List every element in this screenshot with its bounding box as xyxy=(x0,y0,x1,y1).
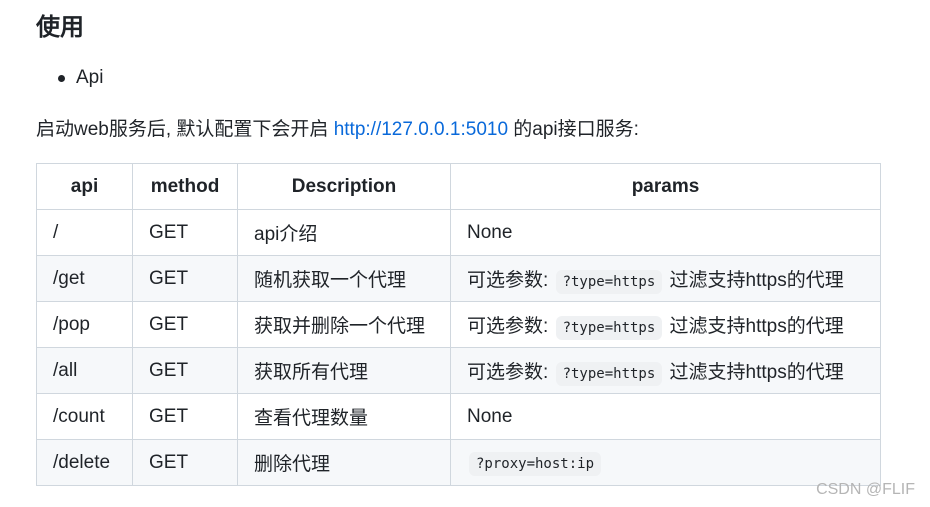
params-note: 过滤支持https的代理 xyxy=(664,362,844,383)
cell-method: GET xyxy=(132,301,238,348)
cell-description: 随机获取一个代理 xyxy=(237,255,451,302)
params-note: 过滤支持https的代理 xyxy=(664,270,844,291)
cell-api: /delete xyxy=(36,439,133,486)
cell-method: GET xyxy=(132,393,238,440)
list-item: Api xyxy=(36,64,103,92)
api-table: api method Description params / GET api介绍 N… xyxy=(36,163,881,486)
cell-api: /all xyxy=(36,347,133,394)
params-text: None xyxy=(467,221,513,243)
params-text: 可选参数: xyxy=(467,270,554,291)
table-body: / GET api介绍 None/get GET 随机获取一个代理 可选参数: ?type=… xyxy=(36,209,881,486)
header-method: method xyxy=(132,163,238,210)
cell-api: /count xyxy=(36,393,133,440)
cell-description: 删除代理 xyxy=(237,439,451,486)
page: 使用 Api 启动web服务后, 默认配置下会开启 http://127.0.0… xyxy=(0,0,930,507)
watermark: CSDN @FLIF xyxy=(816,481,915,498)
params-note: 过滤支持https的代理 xyxy=(664,316,844,337)
params-text: 可选参数: xyxy=(467,362,554,383)
service-link[interactable]: http://127.0.0.1:5010 xyxy=(334,119,508,140)
cell-description: 获取并删除一个代理 xyxy=(237,301,451,348)
cell-description: 获取所有代理 xyxy=(237,347,451,394)
cell-method: GET xyxy=(132,255,238,302)
params-code: ?type=https xyxy=(555,316,663,340)
cell-description: 查看代理数量 xyxy=(237,393,451,440)
params-text: 可选参数: xyxy=(467,316,554,337)
cell-api: / xyxy=(36,209,133,256)
header-params: params xyxy=(450,163,881,210)
cell-api: /get xyxy=(36,255,133,302)
cell-description: api介绍 xyxy=(237,209,451,256)
table-row: /count GET 查看代理数量 None xyxy=(36,393,881,440)
cell-method: GET xyxy=(132,347,238,394)
bullet-label: Api xyxy=(76,67,104,88)
bullet-list: Api xyxy=(36,64,103,92)
params-code: ?proxy=host:ip xyxy=(469,451,602,476)
cell-params: None xyxy=(450,393,881,440)
params-text: None xyxy=(467,405,513,427)
intro-paragraph: 启动web服务后, 默认配置下会开启 http://127.0.0.1:5010… xyxy=(36,116,639,144)
section-title: 使用 xyxy=(36,14,84,41)
header-api: api xyxy=(36,163,133,210)
cell-params: 可选参数: ?type=https 过滤支持https的代理 xyxy=(450,347,881,394)
cell-params: None xyxy=(450,209,881,256)
cell-params: 可选参数: ?type=https 过滤支持https的代理 xyxy=(450,301,881,348)
cell-method: GET xyxy=(132,209,238,256)
table-row: /delete GET 删除代理 ?proxy=host:ip xyxy=(36,439,881,486)
table-row: /pop GET 获取并删除一个代理 可选参数: ?type=https 过滤支持ht… xyxy=(36,301,881,348)
intro-suffix: 的api接口服务: xyxy=(508,119,639,140)
params-code: ?type=https xyxy=(555,270,663,294)
params-code: ?type=https xyxy=(555,362,663,386)
table-row: /get GET 随机获取一个代理 可选参数: ?type=https 过滤支持htt… xyxy=(36,255,881,302)
bullet-icon xyxy=(58,75,65,82)
header-description: Description xyxy=(237,163,451,210)
intro-prefix: 启动web服务后, 默认配置下会开启 xyxy=(36,119,334,140)
table-row: /all GET 获取所有代理 可选参数: ?type=https 过滤支持https… xyxy=(36,347,881,394)
cell-api: /pop xyxy=(36,301,133,348)
cell-method: GET xyxy=(132,439,238,486)
cell-params: ?proxy=host:ip xyxy=(450,439,881,486)
table-row: / GET api介绍 None xyxy=(36,209,881,256)
cell-params: 可选参数: ?type=https 过滤支持https的代理 xyxy=(450,255,881,302)
table-header-row: api method Description params xyxy=(36,163,881,210)
